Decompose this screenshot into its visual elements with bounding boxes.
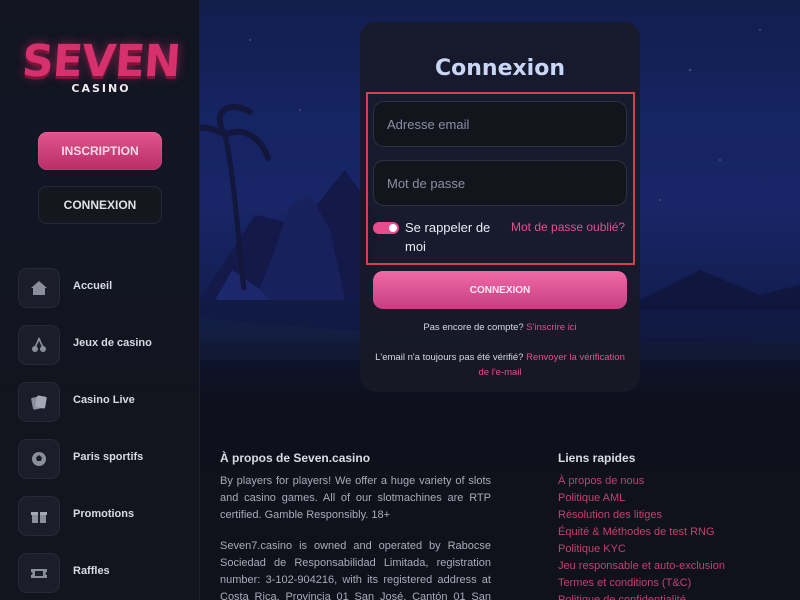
quick-link[interactable]: Résolution des litiges bbox=[558, 507, 725, 524]
gift-icon bbox=[18, 496, 60, 536]
verification-prompt: L'email n'a toujours pas été vérifié? Re… bbox=[372, 350, 628, 380]
sidebar-item-casino-live[interactable]: Casino Live bbox=[18, 382, 200, 439]
sidebar-item-label: Promotions bbox=[73, 508, 135, 520]
quick-links-list: À propos de nous Politique AML Résolutio… bbox=[558, 473, 725, 600]
about-paragraph: By players for players! We offer a huge … bbox=[220, 475, 491, 521]
sidebar-item-label: Raffles bbox=[73, 565, 110, 577]
sidebar-item-raffles[interactable]: Raffles bbox=[18, 553, 200, 600]
soccer-ball-icon bbox=[18, 439, 60, 479]
login-submit-button[interactable]: CONNEXION bbox=[373, 271, 627, 309]
quick-link[interactable]: Politique de confidentialité bbox=[558, 592, 725, 600]
brand-logo[interactable]: SEVEN CASINO bbox=[18, 36, 184, 98]
sidebar-nav: Accueil Jeux de casino Casino Live Paris… bbox=[18, 268, 200, 600]
quick-link[interactable]: Jeu responsable et auto-exclusion bbox=[558, 558, 725, 575]
quick-link[interactable]: À propos de nous bbox=[558, 473, 725, 490]
cards-icon bbox=[18, 382, 60, 422]
quick-link[interactable]: Équité & Méthodes de test RNG bbox=[558, 524, 725, 541]
forgot-password-link[interactable]: Mot de passe oublié? bbox=[511, 220, 625, 234]
remember-me-label: Se rappeler de moi bbox=[405, 220, 491, 254]
remember-me-toggle[interactable] bbox=[373, 222, 399, 234]
home-icon bbox=[18, 268, 60, 308]
inscription-button[interactable]: INSCRIPTION bbox=[38, 132, 162, 170]
about-title: À propos de Seven.casino bbox=[220, 451, 371, 465]
sidebar-item-promotions[interactable]: Promotions bbox=[18, 496, 200, 553]
cherries-icon bbox=[18, 325, 60, 365]
ticket-icon bbox=[18, 553, 60, 593]
sidebar-connexion-button[interactable]: CONNEXION bbox=[38, 186, 162, 224]
password-field[interactable] bbox=[373, 160, 627, 206]
email-field[interactable] bbox=[373, 101, 627, 147]
quick-link[interactable]: Politique AML bbox=[558, 490, 725, 507]
quick-link[interactable]: Termes et conditions (T&C) bbox=[558, 575, 725, 592]
sidebar: SEVEN CASINO INSCRIPTION CONNEXION Accue… bbox=[0, 0, 200, 600]
unverified-text: L'email n'a toujours pas été vérifié? bbox=[375, 352, 524, 363]
about-company-paragraph: Seven7.casino is owned and operated by R… bbox=[220, 540, 491, 600]
signup-link[interactable]: S'inscrire ici bbox=[526, 322, 576, 333]
sidebar-item-label: Jeux de casino bbox=[73, 337, 152, 349]
sidebar-item-accueil[interactable]: Accueil bbox=[18, 268, 200, 325]
login-title: Connexion bbox=[434, 56, 565, 81]
quick-link[interactable]: Politique KYC bbox=[558, 541, 725, 558]
signup-prompt: Pas encore de compte? S'inscrire ici bbox=[360, 322, 640, 333]
sidebar-item-label: Accueil bbox=[73, 280, 113, 292]
sidebar-item-label: Paris sportifs bbox=[73, 451, 144, 463]
sidebar-item-label: Casino Live bbox=[73, 394, 135, 406]
sidebar-item-jeux-de-casino[interactable]: Jeux de casino bbox=[18, 325, 200, 382]
logo-wordmark: SEVEN bbox=[20, 36, 182, 87]
no-account-text: Pas encore de compte? bbox=[423, 322, 524, 333]
quick-links-title: Liens rapides bbox=[558, 451, 636, 465]
sidebar-item-paris-sportifs[interactable]: Paris sportifs bbox=[18, 439, 200, 496]
